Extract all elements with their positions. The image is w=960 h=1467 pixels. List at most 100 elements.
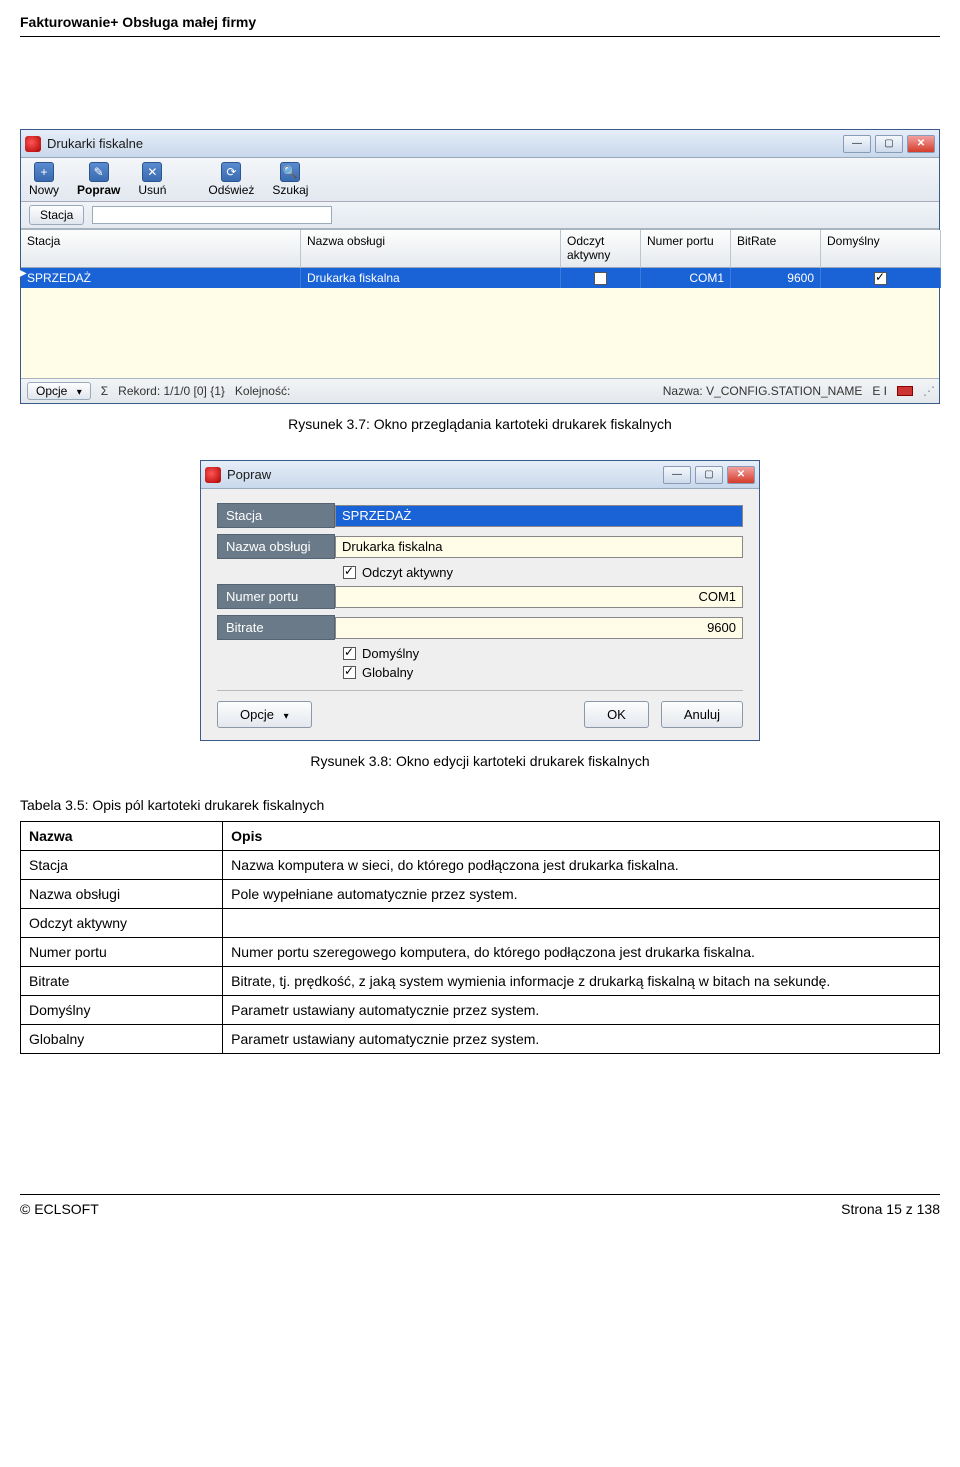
th-opis: Opis: [223, 822, 940, 851]
check-globalny[interactable]: Globalny: [343, 665, 743, 680]
table-caption-3-5: Tabela 3.5: Opis pól kartoteki drukarek …: [20, 797, 940, 813]
resize-grip-icon[interactable]: ⋰: [923, 384, 933, 398]
checkbox-checked-icon: [874, 272, 887, 285]
input-numer-portu[interactable]: COM1: [335, 586, 743, 608]
checkbox-checked-icon: [343, 566, 356, 579]
window-title-popraw: Popraw: [227, 467, 663, 482]
toolbar-usun[interactable]: ✕ Usuń: [136, 162, 168, 197]
chevron-down-icon: ▾: [77, 387, 82, 398]
window-popraw: Popraw — ▢ ✕ Stacja SPRZEDAŻ Nazwa obsłu…: [200, 460, 760, 741]
edit-icon: ✎: [89, 162, 109, 182]
col-nazwa-obslugi[interactable]: Nazwa obsługi: [301, 230, 561, 268]
cell-desc: Numer portu szeregowego komputera, do kt…: [223, 938, 940, 967]
toolbar-popraw-label: Popraw: [77, 183, 120, 197]
toolbar-usun-label: Usuń: [138, 183, 166, 197]
status-led-icon: [897, 386, 913, 396]
app-icon: [25, 136, 41, 152]
cell-desc: Pole wypełniane automatycznie przez syst…: [223, 880, 940, 909]
label-nazwa-obslugi: Nazwa obsługi: [217, 534, 335, 559]
cell-name: Stacja: [21, 851, 223, 880]
bottom-blank: [20, 1054, 940, 1194]
cell-name: Numer portu: [21, 938, 223, 967]
minimize-button[interactable]: —: [663, 466, 691, 484]
cell-desc: Bitrate, tj. prędkość, z jaką system wym…: [223, 967, 940, 996]
footer-copyright: © ECLSOFT: [20, 1201, 99, 1217]
window-drukarki-fiskalne: Drukarki fiskalne — ▢ ✕ + Nowy ✎ Popraw …: [20, 129, 940, 404]
check-odczyt-aktywny[interactable]: Odczyt aktywny: [343, 565, 743, 580]
filter-stacja-button[interactable]: Stacja: [29, 205, 84, 225]
minimize-button[interactable]: —: [843, 135, 871, 153]
toolbar-nowy[interactable]: + Nowy: [27, 162, 61, 197]
col-odczyt-aktywny[interactable]: Odczyt aktywny: [561, 230, 641, 268]
app-icon: [205, 467, 221, 483]
main-toolbar: + Nowy ✎ Popraw ✕ Usuń ⟳ Odśwież 🔍: [21, 158, 939, 202]
table-row: BitrateBitrate, tj. prędkość, z jaką sys…: [21, 967, 940, 996]
chevron-down-icon: ▾: [284, 711, 289, 722]
checkbox-checked-icon: [343, 647, 356, 660]
cell-desc: Parametr ustawiany automatycznie przez s…: [223, 1025, 940, 1054]
check-odczyt-label: Odczyt aktywny: [362, 565, 453, 580]
form-divider: [217, 690, 743, 691]
cell-name: Globalny: [21, 1025, 223, 1054]
doc-header: Fakturowanie+ Obsługa małej firmy: [20, 14, 940, 30]
sigma-icon: Σ: [101, 384, 108, 398]
toolbar-popraw[interactable]: ✎ Popraw: [75, 162, 122, 197]
edit-form: Stacja SPRZEDAŻ Nazwa obsługi Drukarka f…: [201, 489, 759, 740]
cell-stacja: SPRZEDAŻ: [21, 268, 301, 288]
nazwa-field-indicator: Nazwa: V_CONFIG.STATION_NAME: [663, 384, 863, 398]
refresh-icon: ⟳: [221, 162, 241, 182]
grid-row-selected[interactable]: ▶ SPRZEDAŻ Drukarka fiskalna COM1 9600: [21, 268, 939, 288]
window-title: Drukarki fiskalne: [47, 136, 843, 151]
plus-icon: +: [34, 162, 54, 182]
ok-button[interactable]: OK: [584, 701, 649, 728]
maximize-button[interactable]: ▢: [875, 135, 903, 153]
input-nazwa-obslugi[interactable]: Drukarka fiskalna: [335, 536, 743, 558]
label-numer-portu: Numer portu: [217, 584, 335, 609]
record-indicator: Rekord: 1/1/0 [0] {1}: [118, 384, 225, 398]
toolbar-odswiez-label: Odśwież: [208, 183, 254, 197]
titlebar-popraw: Popraw — ▢ ✕: [201, 461, 759, 489]
col-domyslny[interactable]: Domyślny: [821, 230, 941, 268]
input-bitrate[interactable]: 9600: [335, 617, 743, 639]
cell-odczyt: [561, 268, 641, 288]
field-description-table: Nazwa Opis StacjaNazwa komputera w sieci…: [20, 821, 940, 1054]
opcje-button[interactable]: Opcje ▾: [217, 701, 312, 728]
anuluj-button[interactable]: Anuluj: [661, 701, 743, 728]
filter-bar: Stacja: [21, 202, 939, 229]
toolbar-nowy-label: Nowy: [29, 183, 59, 197]
cell-desc: Parametr ustawiany automatycznie przez s…: [223, 996, 940, 1025]
row-marker-icon: ▶: [19, 268, 27, 279]
toolbar-szukaj[interactable]: 🔍 Szukaj: [270, 162, 310, 197]
check-domyslny-label: Domyślny: [362, 646, 419, 661]
input-stacja[interactable]: SPRZEDAŻ: [335, 505, 743, 527]
checkbox-checked-icon: [343, 666, 356, 679]
check-globalny-label: Globalny: [362, 665, 413, 680]
toolbar-szukaj-label: Szukaj: [272, 183, 308, 197]
th-nazwa: Nazwa: [21, 822, 223, 851]
col-stacja[interactable]: Stacja: [21, 230, 301, 268]
cell-name: Domyślny: [21, 996, 223, 1025]
table-row: Numer portuNumer portu szeregowego kompu…: [21, 938, 940, 967]
cell-domyslny: [821, 268, 941, 288]
cell-desc: Nazwa komputera w sieci, do którego podł…: [223, 851, 940, 880]
status-opcje-button[interactable]: Opcje ▾: [27, 382, 91, 400]
status-bar: Opcje ▾ Σ Rekord: 1/1/0 [0] {1} Kolejnoś…: [21, 378, 939, 403]
figure-caption-3-7: Rysunek 3.7: Okno przeglądania kartoteki…: [20, 416, 940, 432]
check-domyslny[interactable]: Domyślny: [343, 646, 743, 661]
toolbar-odswiez[interactable]: ⟳ Odśwież: [206, 162, 256, 197]
cell-desc: [223, 909, 940, 938]
table-row: StacjaNazwa komputera w sieci, do któreg…: [21, 851, 940, 880]
grid-empty-area: [21, 288, 939, 378]
close-button[interactable]: ✕: [907, 135, 935, 153]
col-numer-portu[interactable]: Numer portu: [641, 230, 731, 268]
maximize-button[interactable]: ▢: [695, 466, 723, 484]
close-button[interactable]: ✕: [727, 466, 755, 484]
footer-page-number: Strona 15 z 138: [841, 1201, 940, 1217]
filter-stacja-input[interactable]: [92, 206, 332, 224]
status-opcje-label: Opcje: [36, 384, 67, 398]
cell-name: Bitrate: [21, 967, 223, 996]
col-bitrate[interactable]: BitRate: [731, 230, 821, 268]
table-row: DomyślnyParametr ustawiany automatycznie…: [21, 996, 940, 1025]
data-grid: Stacja Nazwa obsługi Odczyt aktywny Nume…: [21, 229, 939, 378]
kolejnosc-label: Kolejność:: [235, 384, 290, 398]
